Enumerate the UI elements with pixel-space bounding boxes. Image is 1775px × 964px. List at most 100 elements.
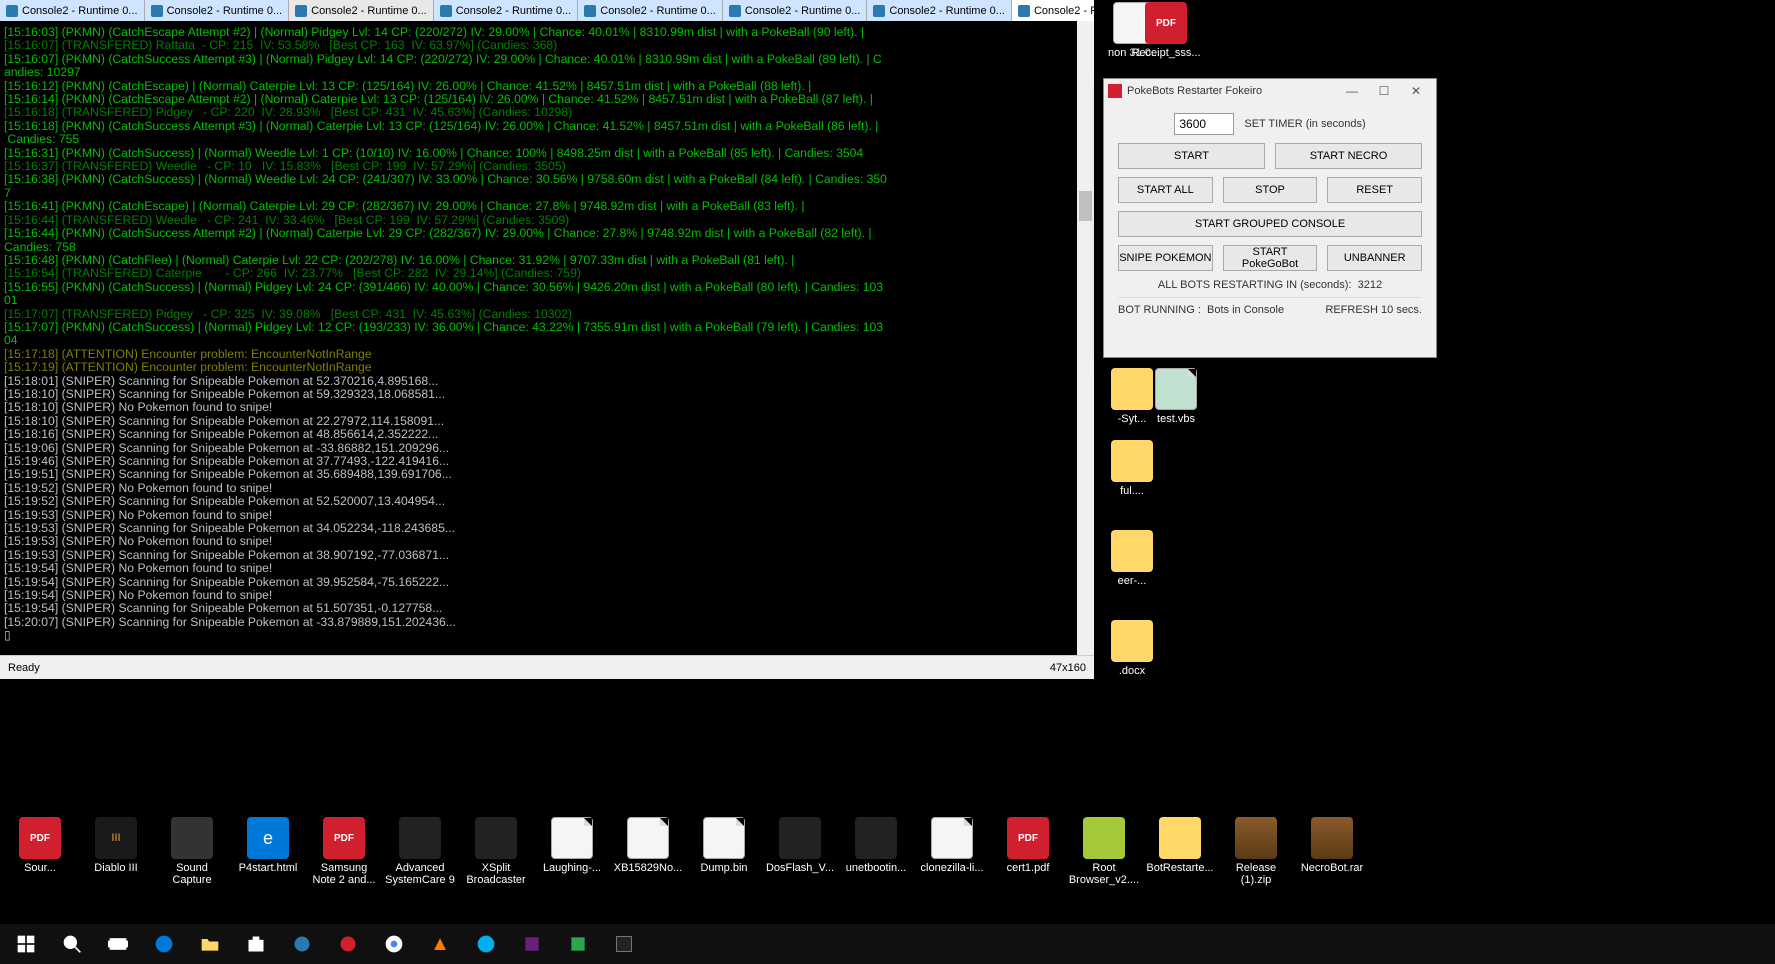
desktop-icon-rootb[interactable]: RootBrowser_v2.... [1066, 817, 1142, 886]
apk-icon [1083, 817, 1125, 859]
desktop-icon-xsplit[interactable]: XSplitBroadcaster [458, 817, 534, 886]
desktop-icon-receipt[interactable]: PDF Receipt_sss... [1128, 2, 1204, 59]
dark-icon [399, 817, 441, 859]
desktop-icon-row: PDFSour...IIIDiablo IIISoundCaptureeP4st… [0, 817, 1775, 886]
minimize-button[interactable]: — [1336, 84, 1368, 98]
desktop-icon-ful[interactable]: ful.... [1094, 440, 1170, 497]
pdf-icon: PDF [1007, 817, 1049, 859]
desktop-icon-dosflash[interactable]: DosFlash_V... [762, 817, 838, 886]
taskbar-cmd[interactable] [602, 924, 646, 964]
desktop-icon-cert1[interactable]: PDFcert1.pdf [990, 817, 1066, 886]
console-window: Console2 - Runtime 0...Console2 - Runtim… [0, 0, 1094, 680]
running-value: Bots in Console [1207, 304, 1284, 316]
text-icon [931, 817, 973, 859]
desktop-icon-docx[interactable]: .docx [1094, 620, 1170, 677]
text-icon [551, 817, 593, 859]
taskbar-green[interactable] [556, 924, 600, 964]
desktop-icon-asc[interactable]: AdvancedSystemCare 9 [382, 817, 458, 886]
start-necro-button[interactable]: START NECRO [1275, 143, 1422, 169]
tab-0[interactable]: Console2 - Runtime 0... [0, 0, 145, 21]
timer-input[interactable] [1174, 113, 1234, 135]
start-all-button[interactable]: START ALL [1118, 177, 1213, 203]
tab-7[interactable]: Console2 - Runtime 0... [1012, 0, 1094, 21]
desktop-icon-sound[interactable]: SoundCapture [154, 817, 230, 886]
dark-icon [779, 817, 821, 859]
taskbar-wsettings[interactable] [280, 924, 324, 964]
tab-3[interactable]: Console2 - Runtime 0... [434, 0, 579, 21]
pokebots-title: PokeBots Restarter Fokeiro [1127, 85, 1262, 97]
maximize-button[interactable]: ☐ [1368, 84, 1400, 98]
start-grouped-console-button[interactable]: START GROUPED CONSOLE [1118, 211, 1422, 237]
console-icon [440, 5, 452, 17]
taskbar-skype[interactable] [464, 924, 508, 964]
scrollbar[interactable] [1077, 21, 1094, 655]
desktop-icon-laughing[interactable]: Laughing-... [534, 817, 610, 886]
pdf-icon: PDF [323, 817, 365, 859]
taskbar-flame[interactable]: ▲ [418, 924, 462, 964]
desktop-icon-botrestart[interactable]: BotRestarte... [1142, 817, 1218, 886]
restart-value: 3212 [1358, 279, 1382, 291]
folder-icon [1111, 620, 1153, 662]
console-output: [15:16:03] (PKMN) (CatchEscape Attempt #… [0, 21, 1094, 655]
pokebots-titlebar[interactable]: PokeBots Restarter Fokeiro — ☐ ✕ [1104, 79, 1436, 103]
tab-bar: Console2 - Runtime 0...Console2 - Runtim… [0, 0, 1094, 21]
taskbar-vs[interactable] [510, 924, 554, 964]
scrollbar-thumb[interactable] [1079, 191, 1092, 221]
taskbar-taskview[interactable] [96, 924, 140, 964]
pokebots-icon [1108, 84, 1122, 98]
taskbar-chrome[interactable] [372, 924, 416, 964]
taskbar-edge[interactable] [142, 924, 186, 964]
desktop-icon-testvbs[interactable]: test.vbs [1138, 368, 1214, 425]
desktop-icon-dump[interactable]: Dump.bin [686, 817, 762, 886]
console-icon [584, 5, 596, 17]
text-icon [703, 817, 745, 859]
zip-icon [1235, 817, 1277, 859]
desktop-icon-unetboot[interactable]: unetbootin... [838, 817, 914, 886]
swirl-icon [171, 817, 213, 859]
unbanner-button[interactable]: UNBANNER [1327, 245, 1422, 271]
start-pokegobot-button[interactable]: START PokeGoBot [1223, 245, 1318, 271]
text-icon [1155, 368, 1197, 410]
status-left: Ready [8, 662, 40, 674]
desktop-icon-samsung[interactable]: PDFSamsungNote 2 and... [306, 817, 382, 886]
close-button[interactable]: ✕ [1400, 84, 1432, 98]
pdf-icon: PDF [19, 817, 61, 859]
taskbar-red[interactable] [326, 924, 370, 964]
desktop-icon-xb[interactable]: XB15829No... [610, 817, 686, 886]
stop-button[interactable]: STOP [1223, 177, 1318, 203]
desktop-icon-clonezilla[interactable]: clonezilla-li... [914, 817, 990, 886]
taskbar-search[interactable] [50, 924, 94, 964]
html-icon: e [247, 817, 289, 859]
folder-icon [1159, 817, 1201, 859]
desktop-icon-diablo[interactable]: IIIDiablo III [78, 817, 154, 886]
reset-button[interactable]: RESET [1327, 177, 1422, 203]
taskbar-explorer[interactable] [188, 924, 232, 964]
console-icon [873, 5, 885, 17]
pdf-icon: PDF [1145, 2, 1187, 44]
desktop-icon-sour[interactable]: PDFSour... [2, 817, 78, 886]
taskbar-start[interactable] [4, 924, 48, 964]
console-icon [295, 5, 307, 17]
diablo-icon: III [95, 817, 137, 859]
snipe-pokemon-button[interactable]: SNIPE POKEMON [1118, 245, 1213, 271]
running-label: BOT RUNNING : [1118, 304, 1201, 316]
console-icon [729, 5, 741, 17]
console-icon [6, 5, 18, 17]
tab-4[interactable]: Console2 - Runtime 0... [578, 0, 723, 21]
tab-5[interactable]: Console2 - Runtime 0... [723, 0, 868, 21]
desktop-icon-release[interactable]: Release(1).zip [1218, 817, 1294, 886]
set-timer-label: SET TIMER (in seconds) [1244, 118, 1365, 130]
desktop-icon-necrobot[interactable]: NecroBot.rar [1294, 817, 1370, 886]
tab-2[interactable]: Console2 - Runtime 0... [289, 0, 434, 21]
start-button[interactable]: START [1118, 143, 1265, 169]
console-icon [151, 5, 163, 17]
tab-6[interactable]: Console2 - Runtime 0... [867, 0, 1012, 21]
desktop-icon-eer[interactable]: eer-... [1094, 530, 1170, 587]
zip-icon [1311, 817, 1353, 859]
taskbar-store[interactable] [234, 924, 278, 964]
restart-label: ALL BOTS RESTARTING IN (seconds): [1158, 279, 1352, 291]
tab-1[interactable]: Console2 - Runtime 0... [145, 0, 290, 21]
dark-icon [855, 817, 897, 859]
console-icon [1018, 5, 1030, 17]
desktop-icon-p4start[interactable]: eP4start.html [230, 817, 306, 886]
